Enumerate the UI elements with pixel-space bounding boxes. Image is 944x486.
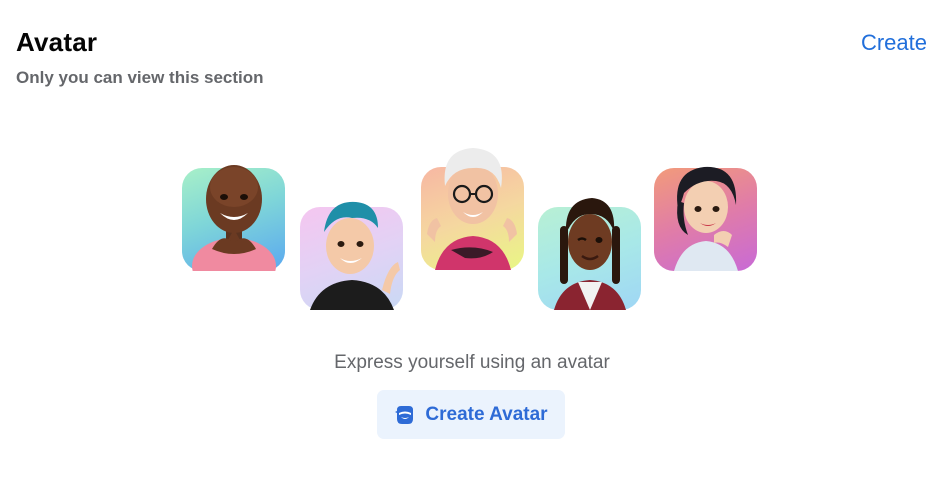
page-title: Avatar <box>16 27 98 57</box>
avatar-showcase <box>180 130 770 320</box>
create-link[interactable]: Create <box>861 30 927 56</box>
create-avatar-button[interactable]: Create Avatar <box>377 390 565 439</box>
avatar-braids-woman-icon <box>538 198 641 310</box>
avatar-bald-man-icon <box>182 165 285 271</box>
avatar-tagline: Express yourself using an avatar <box>334 352 610 373</box>
create-avatar-label: Create Avatar <box>425 403 548 425</box>
avatar-blue-hair-man-icon <box>300 201 403 310</box>
avatar-face-icon <box>395 405 414 424</box>
avatar-black-hair-woman-icon <box>654 166 757 271</box>
section-visibility-note: Only you can view this section <box>16 68 264 87</box>
avatar-white-hair-woman-icon <box>421 148 524 270</box>
